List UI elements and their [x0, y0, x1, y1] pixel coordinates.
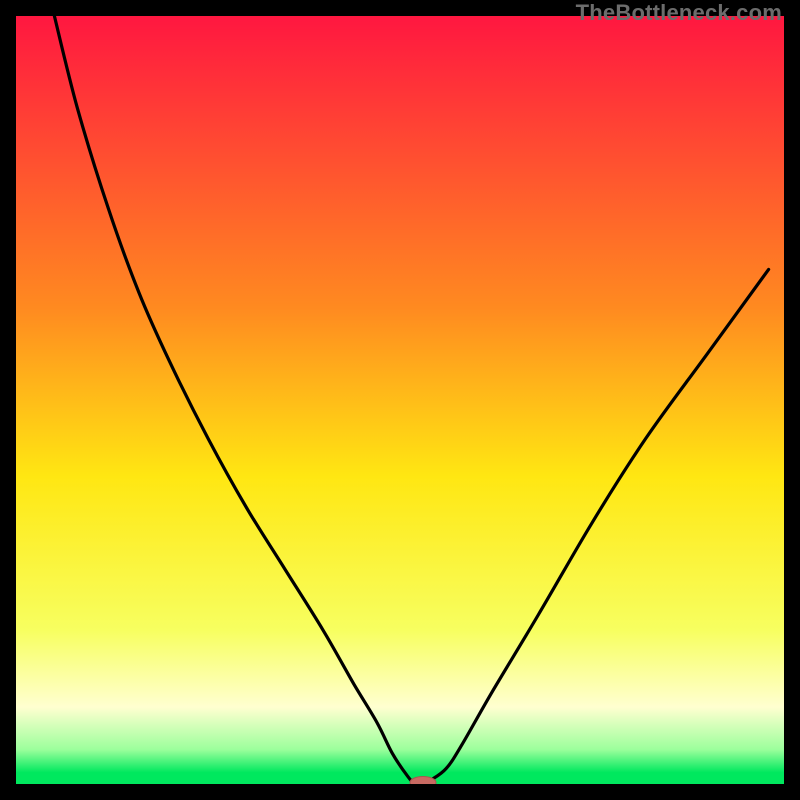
watermark-text: TheBottleneck.com	[576, 0, 782, 26]
gradient-background	[16, 16, 784, 784]
bottleneck-chart	[16, 16, 784, 784]
chart-frame	[16, 16, 784, 784]
